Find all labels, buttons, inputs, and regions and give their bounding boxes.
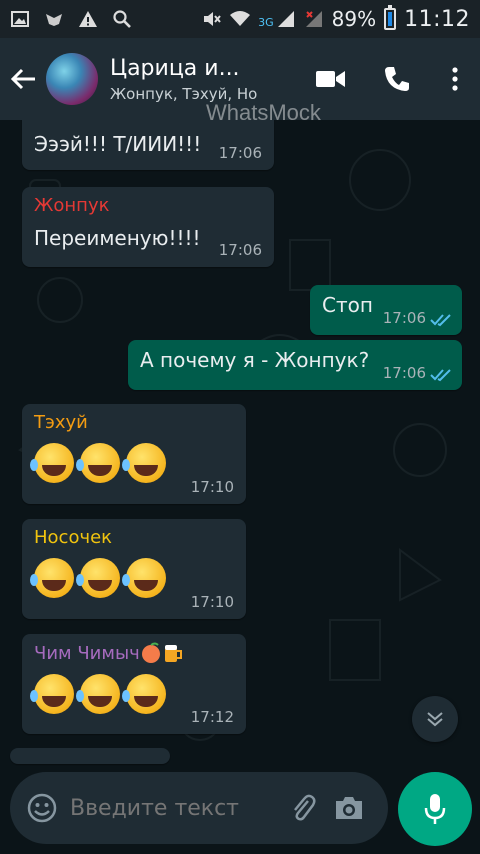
back-arrow-icon bbox=[10, 68, 35, 90]
warning-icon bbox=[79, 11, 97, 27]
message-time: 17:10 bbox=[190, 478, 234, 496]
message-time: 17:10 bbox=[190, 593, 234, 611]
voice-call-button[interactable] bbox=[364, 38, 430, 120]
beer-emoji-icon bbox=[164, 645, 182, 662]
message-sender: Чим Чимыч bbox=[34, 642, 140, 664]
read-ticks-icon bbox=[430, 314, 451, 327]
chat-header: Царица и... Жонпук, Тэхуй, Но bbox=[0, 38, 480, 120]
search-notification-icon bbox=[113, 10, 131, 28]
more-vertical-icon bbox=[452, 67, 458, 91]
attach-button[interactable] bbox=[280, 785, 326, 831]
double-chevron-down-icon bbox=[427, 712, 443, 727]
scroll-to-bottom-button[interactable] bbox=[412, 696, 458, 742]
emoji-button[interactable] bbox=[26, 792, 58, 824]
joy-emoji-icon bbox=[30, 558, 74, 598]
app-notification-icon bbox=[46, 14, 62, 26]
video-call-button[interactable] bbox=[298, 38, 364, 120]
message-sender-row: Чим Чимыч bbox=[34, 642, 234, 664]
mute-icon bbox=[204, 12, 221, 26]
camera-icon bbox=[336, 797, 362, 819]
message-sender: Носочек bbox=[34, 527, 113, 548]
rofl-emoji-icon bbox=[76, 443, 120, 483]
message-time: 17:12 bbox=[190, 708, 234, 726]
microphone-icon bbox=[424, 794, 446, 824]
message-sender: Тэхуй bbox=[34, 412, 88, 433]
message-bubble[interactable]: Носочек 17:10 bbox=[22, 519, 246, 619]
message-bubble[interactable]: А почему я - Жонпук? 17:06 bbox=[128, 340, 462, 390]
rofl-emoji-icon bbox=[122, 674, 166, 714]
message-bubble[interactable]: Стоп 17:06 bbox=[310, 285, 462, 335]
chat-title-area[interactable]: Царица и... Жонпук, Тэхуй, Но bbox=[110, 56, 270, 103]
message-composer bbox=[10, 772, 388, 844]
rofl-emoji-icon bbox=[30, 443, 74, 483]
message-time: 17:06 bbox=[218, 144, 262, 162]
clock: 11:12 bbox=[404, 6, 470, 32]
read-ticks-icon bbox=[430, 369, 451, 382]
voice-message-button[interactable] bbox=[398, 772, 472, 846]
message-bubble[interactable]: Эээй!!! Т/ИИИ!!! 17:06 bbox=[22, 120, 274, 170]
peach-emoji-icon bbox=[141, 642, 160, 663]
group-avatar[interactable] bbox=[46, 53, 98, 105]
message-bubble[interactable]: Тэхуй 17:10 bbox=[22, 404, 246, 504]
chat-participants: Жонпук, Тэхуй, Но bbox=[110, 84, 258, 103]
paperclip-icon bbox=[294, 794, 316, 821]
joy-emoji-icon bbox=[122, 558, 166, 598]
signal-icon bbox=[277, 11, 294, 27]
message-bubble[interactable]: Чим Чимыч 17:12 bbox=[22, 634, 246, 734]
back-button[interactable] bbox=[0, 38, 46, 120]
chat-title: Царица и... bbox=[110, 55, 240, 81]
message-input[interactable] bbox=[70, 795, 250, 821]
camera-button[interactable] bbox=[326, 785, 372, 831]
rofl-emoji-icon bbox=[122, 443, 166, 483]
more-options-button[interactable] bbox=[430, 38, 480, 120]
chat-area[interactable]: Эээй!!! Т/ИИИ!!! 17:06 Жонпук Переименую… bbox=[0, 120, 480, 770]
message-bubble[interactable]: Жонпук Переименую!!!! 17:06 bbox=[22, 187, 274, 267]
video-camera-icon bbox=[316, 71, 345, 87]
network-type-label: 3G bbox=[258, 16, 274, 29]
smiley-icon bbox=[27, 793, 57, 823]
message-time: 17:06 bbox=[382, 364, 426, 382]
joy-emoji-icon bbox=[76, 558, 120, 598]
wifi-icon bbox=[230, 11, 251, 26]
battery-icon bbox=[384, 5, 397, 30]
phone-icon bbox=[385, 67, 409, 91]
rofl-emoji-icon bbox=[76, 674, 120, 714]
message-time: 17:06 bbox=[218, 241, 262, 259]
rofl-emoji-icon bbox=[30, 674, 74, 714]
message-bubble[interactable] bbox=[10, 748, 170, 764]
signal-no-service-icon bbox=[305, 11, 322, 27]
message-sender: Жонпук bbox=[34, 195, 110, 216]
status-bar: 3G 89% 11:12 bbox=[0, 0, 480, 38]
message-time: 17:06 bbox=[382, 309, 426, 327]
battery-percent: 89% bbox=[331, 7, 377, 31]
gallery-icon bbox=[11, 11, 29, 27]
